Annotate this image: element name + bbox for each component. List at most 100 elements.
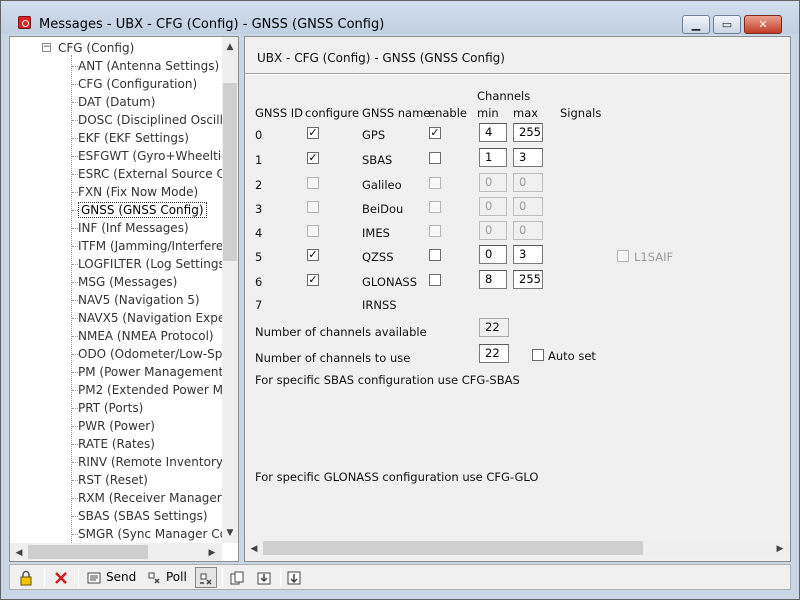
- enable-checkbox[interactable]: [429, 152, 441, 164]
- col-gnss-name: GNSS name: [362, 106, 431, 120]
- gnss-id: 4: [255, 226, 263, 240]
- tree-item[interactable]: SMGR (Sync Manager Confi: [78, 525, 238, 543]
- tree-root-cfg[interactable]: CFG (Config): [58, 39, 134, 57]
- tree-item-label: INF (Inf Messages): [78, 221, 189, 235]
- tree-item[interactable]: RATE (Rates): [78, 435, 155, 453]
- collapse-icon[interactable]: −: [42, 43, 51, 52]
- panel-horizontal-scrollbar[interactable]: ◀ ▶: [245, 539, 790, 558]
- enable-checkbox[interactable]: ✓: [429, 127, 441, 139]
- min-channels-field[interactable]: 1: [479, 148, 507, 167]
- max-channels-field[interactable]: 3: [513, 148, 543, 167]
- tree-item[interactable]: PWR (Power): [78, 417, 155, 435]
- scroll-up-icon[interactable]: ▲: [222, 39, 238, 55]
- configure-checkbox[interactable]: [307, 225, 319, 237]
- min-channels-field[interactable]: 8: [479, 270, 507, 289]
- tree-item[interactable]: EKF (EKF Settings): [78, 129, 189, 147]
- tree-item[interactable]: DAT (Datum): [78, 93, 155, 111]
- l1saif-checkbox[interactable]: [617, 250, 629, 262]
- scroll-left-icon[interactable]: ◀: [11, 545, 27, 561]
- tree-item-label: DOSC (Disciplined Oscillato: [78, 113, 239, 127]
- scroll-right-icon[interactable]: ▶: [204, 545, 220, 561]
- tree-item-label: ODO (Odometer/Low-Speed: [78, 347, 239, 361]
- configure-checkbox[interactable]: ✓: [307, 127, 319, 139]
- tree-item[interactable]: FXN (Fix Now Mode): [78, 183, 198, 201]
- tree-item[interactable]: NAV5 (Navigation 5): [78, 291, 200, 309]
- tree-item-label: EKF (EKF Settings): [78, 131, 189, 145]
- delete-button[interactable]: [53, 567, 73, 588]
- enable-checkbox[interactable]: [429, 249, 441, 261]
- delete-icon: [55, 571, 67, 584]
- tree-item-label: DAT (Datum): [78, 95, 156, 109]
- tree-item-label: PM (Power Management): [78, 365, 228, 379]
- tree-item[interactable]: NMEA (NMEA Protocol): [78, 327, 214, 345]
- tree-horizontal-scrollbar[interactable]: ◀ ▶: [10, 543, 222, 561]
- tree-item[interactable]: ANT (Antenna Settings): [78, 57, 219, 75]
- max-channels-field: 0: [513, 221, 543, 240]
- maximize-button[interactable]: ▭: [713, 15, 741, 34]
- tree-item[interactable]: NAVX5 (Navigation Expert S: [78, 309, 238, 327]
- tree-item[interactable]: INF (Inf Messages): [78, 219, 189, 237]
- lock-button[interactable]: [18, 567, 38, 588]
- tree-item[interactable]: PM2 (Extended Power Mana: [78, 381, 239, 399]
- tree-item[interactable]: MSG (Messages): [78, 273, 177, 291]
- scroll-right-icon[interactable]: ▶: [772, 541, 788, 557]
- min-channels-field[interactable]: 4: [479, 123, 507, 142]
- tree-item[interactable]: RINV (Remote Inventory): [78, 453, 228, 471]
- min-channels-field[interactable]: 0: [479, 245, 507, 264]
- gnss-id: 1: [255, 153, 263, 167]
- configure-checkbox[interactable]: ✓: [307, 152, 319, 164]
- tree-item[interactable]: GNSS (GNSS Config): [78, 201, 207, 219]
- enable-checkbox[interactable]: [429, 274, 441, 286]
- tree-item-label: ITFM (Jamming/Interferenc: [78, 239, 238, 253]
- tree-item-label: NAV5 (Navigation 5): [78, 293, 200, 307]
- gnss-name: GPS: [362, 128, 386, 142]
- tree-vertical-scrollbar[interactable]: ▲ ▼: [222, 37, 238, 543]
- configure-checkbox[interactable]: [307, 201, 319, 213]
- messages-window: Messages - UBX - CFG (Config) - GNSS (GN…: [0, 0, 800, 600]
- close-button[interactable]: ✕: [744, 15, 782, 34]
- tree-item-label: PM2 (Extended Power Mana: [78, 383, 239, 397]
- tree-item[interactable]: ITFM (Jamming/Interferenc: [78, 237, 238, 255]
- scroll-thumb[interactable]: [263, 541, 643, 555]
- scroll-thumb[interactable]: [223, 83, 237, 261]
- tree-item[interactable]: ODO (Odometer/Low-Speed: [78, 345, 239, 363]
- tree-item[interactable]: CFG (Configuration): [78, 75, 197, 93]
- tree-item-label: FXN (Fix Now Mode): [78, 185, 199, 199]
- auto-poll-button[interactable]: [195, 567, 217, 588]
- scroll-thumb[interactable]: [28, 545, 148, 559]
- tree-item[interactable]: ESRC (External Source Confi: [78, 165, 238, 183]
- max-channels-field[interactable]: 3: [513, 245, 543, 264]
- minimize-button[interactable]: ▁: [682, 15, 710, 34]
- auto-set-checkbox[interactable]: [532, 349, 544, 361]
- enable-checkbox[interactable]: [429, 201, 441, 213]
- scroll-left-icon[interactable]: ◀: [246, 541, 262, 557]
- col-max: max: [513, 106, 539, 120]
- configure-checkbox[interactable]: ✓: [307, 249, 319, 261]
- configure-checkbox[interactable]: [307, 177, 319, 189]
- send-button[interactable]: Send: [86, 567, 136, 588]
- title-bar[interactable]: Messages - UBX - CFG (Config) - GNSS (GN…: [1, 1, 799, 34]
- configure-checkbox[interactable]: ✓: [307, 274, 319, 286]
- tree-item[interactable]: LOGFILTER (Log Settings): [78, 255, 229, 273]
- copy-button[interactable]: [229, 567, 249, 588]
- tree-item[interactable]: RST (Reset): [78, 471, 148, 489]
- tree-item[interactable]: ESFGWT (Gyro+Wheeltick): [78, 147, 238, 165]
- scroll-down-icon[interactable]: ▼: [222, 525, 238, 541]
- enable-checkbox[interactable]: [429, 177, 441, 189]
- tree-item[interactable]: DOSC (Disciplined Oscillato: [78, 111, 239, 129]
- tree-item[interactable]: SBAS (SBAS Settings): [78, 507, 208, 525]
- export-button[interactable]: [286, 567, 306, 588]
- tree-item[interactable]: RXM (Receiver Manager): [78, 489, 226, 507]
- message-tree[interactable]: − CFG (Config) ANT (Antenna Settings) CFG…: [9, 36, 239, 562]
- tree-item[interactable]: PM (Power Management): [78, 363, 228, 381]
- poll-button[interactable]: Poll: [146, 567, 187, 588]
- max-channels-field[interactable]: 255: [513, 123, 543, 142]
- channels-to-use-field[interactable]: 22: [479, 344, 509, 363]
- gnss-id: 2: [255, 178, 263, 192]
- tree-item[interactable]: PRT (Ports): [78, 399, 143, 417]
- import-button[interactable]: [256, 567, 276, 588]
- max-channels-field[interactable]: 255: [513, 270, 543, 289]
- enable-checkbox[interactable]: [429, 225, 441, 237]
- send-label: Send: [106, 570, 137, 584]
- tree-item-label: RATE (Rates): [78, 437, 155, 451]
